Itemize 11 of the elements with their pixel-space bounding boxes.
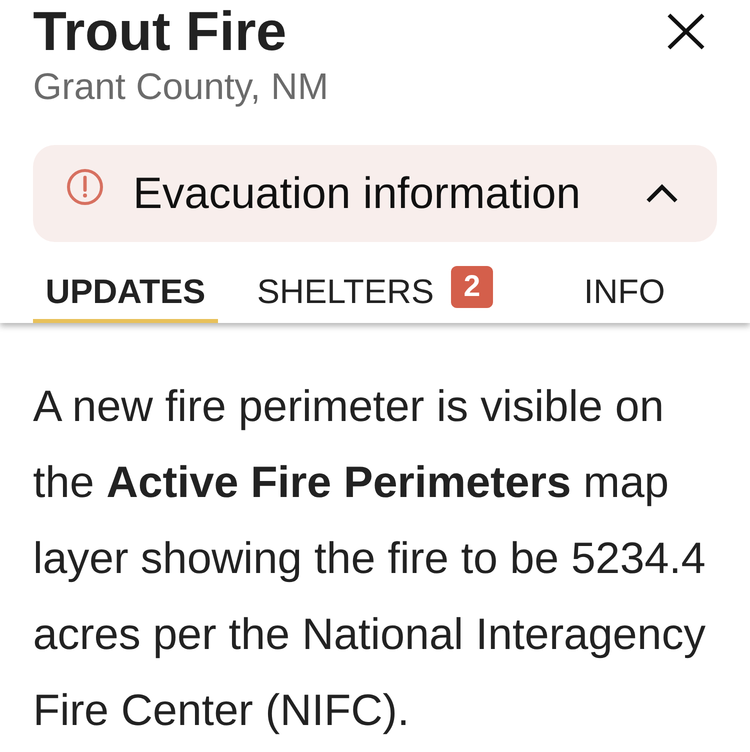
county-subtitle: Grant County, NM: [33, 66, 328, 108]
count-badge: 2: [450, 266, 493, 308]
tab[interactable]: INFO: [532, 266, 717, 323]
evacuation-accordion[interactable]: Evacuation information: [33, 145, 717, 242]
fire-title: Trout Fire: [33, 0, 288, 62]
tab[interactable]: UPDATES: [33, 266, 218, 323]
update-paragraph: A new fire perimeter is visible on the Active Fire Perimeters map layer showing the fire to be 5234.4 acres per the National Interagency Fire Center (NIFC).: [33, 381, 707, 737]
alert-icon: [67, 168, 103, 204]
close-button[interactable]: [667, 13, 705, 50]
close-icon: [667, 13, 705, 50]
tab[interactable]: SHELTERS 2: [218, 266, 532, 323]
